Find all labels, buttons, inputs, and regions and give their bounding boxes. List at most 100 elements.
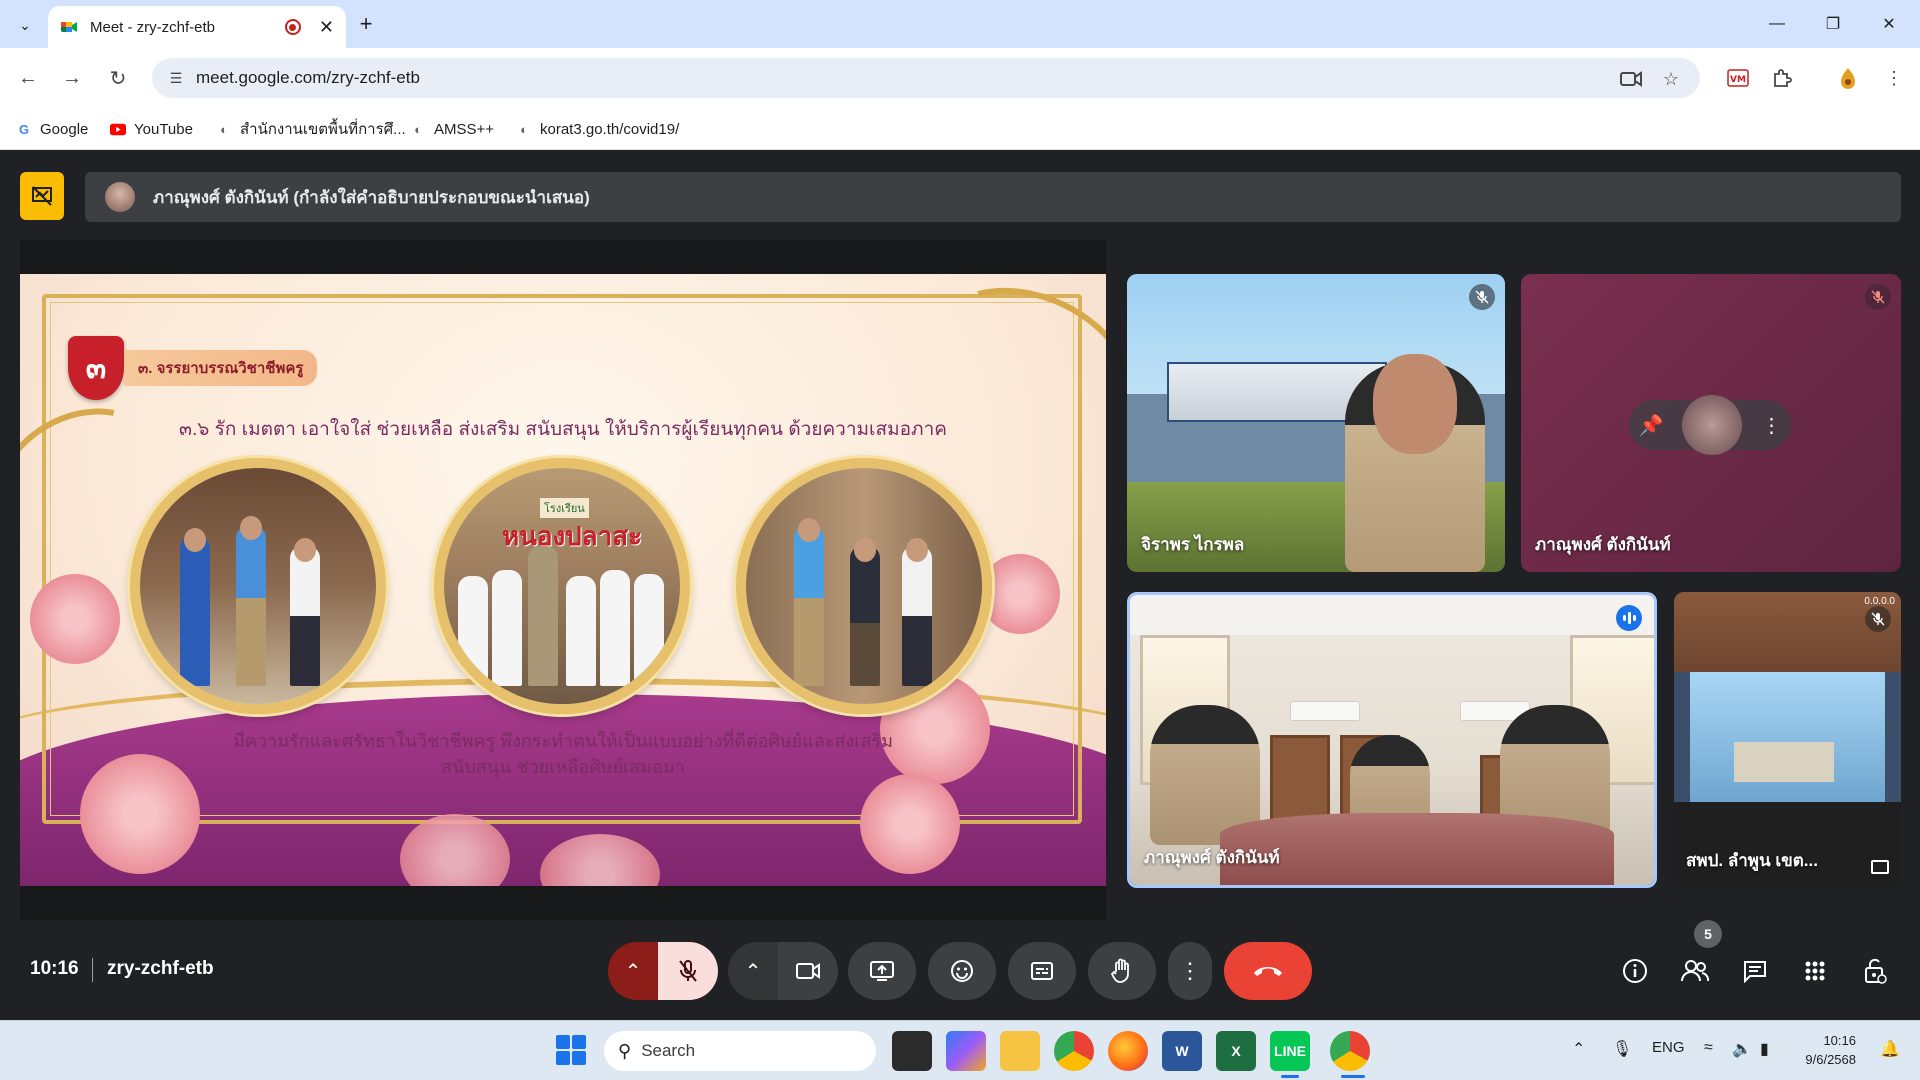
taskbar-search[interactable]: ⚲ Search [604,1031,876,1071]
profile-avatar-icon[interactable] [1834,64,1862,92]
tray-chevron-icon[interactable]: ⌃ [1572,1039,1585,1059]
bookmark-amss[interactable]: ◐ AMSS++ [410,116,494,142]
line-icon[interactable]: LINE [1270,1031,1310,1071]
window-close-icon[interactable]: ✕ [1866,10,1912,38]
separator [92,958,93,982]
avatar [105,182,135,212]
vm-extension-icon[interactable]: VM [1724,64,1752,92]
bookmark-esa[interactable]: ◐ สำนักงานเขตพื้นที่การศึ... [216,116,406,142]
presentation-icon[interactable] [20,172,64,220]
tile-background [1270,735,1330,825]
flower-decoration [30,574,120,664]
leave-call-button[interactable] [1224,942,1312,1000]
active-indicator [1281,1075,1299,1078]
expand-icon[interactable] [1871,860,1889,874]
notification-icon[interactable]: 🔔 [1880,1039,1900,1059]
participant-name: ภาณุพงศ์ ตังกินันท์ [1144,848,1280,867]
chrome-icon[interactable] [1054,1031,1094,1071]
participant-name: จิราพร ไกรพล [1141,535,1245,554]
participant-tile[interactable]: 📌 ⋮ ภาณุพงศ์ ตังกินันท์ [1521,274,1901,572]
forward-icon[interactable]: → [56,62,88,94]
globe-icon: ◐ [520,121,528,137]
participant-tile[interactable]: 0.0.0.0 สพป. ลำพูน เขต... [1674,592,1901,888]
taskbar-search-placeholder: Search [641,1041,696,1060]
tile-background [1690,672,1885,802]
restore-icon[interactable]: ❐ [1810,10,1856,38]
mic-off-icon [1865,606,1891,632]
bookmark-google[interactable]: G Google [16,116,88,142]
people-icon[interactable] [1676,952,1714,990]
mic-off-icon [1865,284,1891,310]
extensions-puzzle-icon[interactable] [1768,64,1796,92]
more-options-icon[interactable]: ⋮ [1761,413,1781,438]
wifi-icon[interactable]: ≈ [1704,1039,1713,1057]
browser-menu-icon[interactable]: ⋮ [1880,64,1908,92]
mic-control: ⌃ [608,942,718,1000]
speaking-indicator-icon [1616,605,1642,631]
chat-icon[interactable] [1736,952,1774,990]
meet-favicon-icon [60,18,78,36]
firefox-icon[interactable] [1108,1031,1148,1071]
mic-off-button[interactable] [658,942,718,1000]
windows-taskbar: ⚲ Search W X LINE ⌃ 🎙 ENG ≈ 🔈 ▮ 10:16 9/… [0,1020,1920,1080]
meeting-clock: 10:16 [30,958,79,979]
video-options-chevron-icon[interactable]: ⌃ [728,942,778,1000]
excel-icon[interactable]: X [1216,1031,1256,1071]
participant-tile-active[interactable]: ภาณุพงศ์ ตังกินันท์ [1127,592,1657,888]
language-indicator[interactable]: ENG [1652,1039,1685,1056]
bookmark-korat3[interactable]: ◐ korat3.go.th/covid19/ [516,116,679,142]
search-icon: ⚲ [618,1040,632,1061]
pin-icon[interactable]: 📌 [1639,413,1664,438]
bookmark-youtube[interactable]: YouTube [110,116,193,142]
task-view-icon[interactable] [892,1031,932,1071]
participants-count-badge: 5 [1694,920,1722,948]
camera-button[interactable] [778,942,838,1000]
tile-hover-controls: 📌 ⋮ [1629,395,1791,455]
globe-icon: ◐ [414,121,422,137]
tab-meet[interactable]: Meet - zry-zchf-etb ✕ [48,6,346,48]
raise-hand-button[interactable] [1088,942,1156,1000]
captions-button[interactable] [1008,942,1076,1000]
back-icon[interactable]: ← [12,62,44,94]
taskbar-clock[interactable]: 10:16 9/6/2568 [1805,1031,1856,1069]
host-controls-icon[interactable] [1856,952,1894,990]
slide-photo: โรงเรียน หนองปลาสะ [434,458,690,714]
slide-photo [130,458,386,714]
battery-icon[interactable]: ▮ [1760,1039,1769,1059]
presentation-view[interactable]: ๓ ๓. จรรยาบรรณวิชาชีพครู ๓.๖ รัก เมตตา เ… [20,240,1106,920]
present-screen-button[interactable] [848,942,916,1000]
mute-participant-icon[interactable] [1682,395,1743,455]
slide-heading: ๓. จรรยาบรรณวิชาชีพครู [124,350,318,386]
bookmark-label: AMSS++ [434,120,495,138]
new-tab-button[interactable]: + [352,10,380,38]
file-explorer-icon[interactable] [1000,1031,1040,1071]
reload-icon[interactable]: ↻ [102,62,134,94]
tile-background [1674,802,1901,888]
more-options-button[interactable]: ⋮ [1168,942,1212,1000]
camera-icon[interactable] [1618,66,1644,92]
url-text[interactable]: meet.google.com/zry-zchf-etb [196,68,420,88]
volume-icon[interactable]: 🔈 [1732,1039,1752,1059]
word-icon[interactable]: W [1162,1031,1202,1071]
copilot-icon[interactable] [946,1031,986,1071]
chrome-profile-icon[interactable] [1330,1031,1370,1071]
minimize-icon[interactable]: — [1754,10,1800,38]
audio-options-chevron-icon[interactable]: ⌃ [608,942,658,1000]
meet-controls-bar: 10:16 zry-zchf-etb ⌃ ⌃ ⋮ 5 [0,920,1920,1020]
activities-icon[interactable] [1796,952,1834,990]
slide-caption-line1: มีความรักและศรัทธาในวิชาชีพครู พึงกระทำต… [233,731,893,751]
tab-close-icon[interactable]: ✕ [319,17,334,38]
participant-tile[interactable]: จิราพร ไกรพล [1127,274,1505,572]
windows-start-icon[interactable] [556,1035,586,1065]
reactions-button[interactable] [928,942,996,1000]
bookmark-star-icon[interactable]: ☆ [1658,66,1684,92]
presentation-slide: ๓ ๓. จรรยาบรรณวิชาชีพครู ๓.๖ รัก เมตตา เ… [20,274,1106,886]
active-indicator [1341,1075,1365,1078]
address-bar[interactable]: ☰ meet.google.com/zry-zchf-etb ☆ [152,58,1700,98]
microphone-tray-icon[interactable]: 🎙 [1612,1039,1632,1059]
bookmarks-bar: G Google YouTube ◐ สำนักงานเขตพื้นที่การ… [0,108,1920,150]
site-info-icon[interactable]: ☰ [164,66,188,90]
school-sign-small: โรงเรียน [540,498,589,518]
tab-search-chevron-icon[interactable]: ⌄ [10,10,40,40]
meeting-info-icon[interactable] [1616,952,1654,990]
